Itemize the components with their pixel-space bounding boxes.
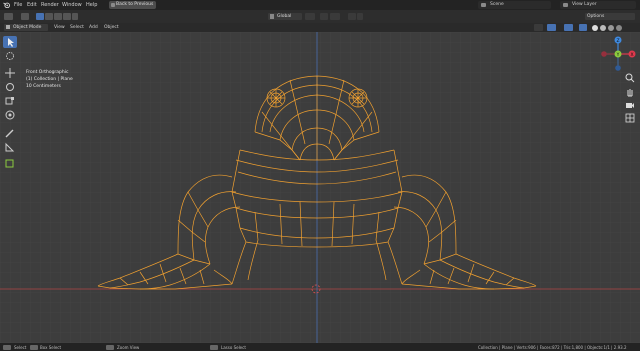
3d-viewport[interactable]: Front Orthographic (1) Collection | Plan… [0, 32, 640, 343]
menu-window[interactable]: Window [62, 2, 82, 8]
pivot-point-icon[interactable] [305, 13, 315, 20]
shading-solid-icon[interactable] [600, 24, 606, 31]
proportional-falloff-icon[interactable] [357, 13, 363, 20]
status-scene-stats: Collection | Plane | Verts:906 | Faces:8… [478, 344, 627, 350]
move-tool-icon[interactable] [3, 67, 17, 79]
snap-target-icon[interactable] [330, 13, 340, 20]
status-zoom-view: Zoom View [117, 344, 140, 350]
menu-edit[interactable]: Edit [27, 2, 37, 8]
view-layer-name: View Layer [572, 2, 597, 7]
gizmo-x-label: X [630, 52, 633, 58]
xray-toggle-icon[interactable] [579, 24, 587, 31]
rotate-tool-icon[interactable] [3, 81, 17, 93]
mouse-right-icon [210, 344, 218, 350]
status-box-select: Box Select [40, 344, 62, 350]
annotate-tool-icon[interactable] [3, 127, 17, 139]
camera-view-icon[interactable] [624, 99, 636, 111]
mode-dropdown[interactable]: Object Mode [4, 24, 48, 31]
menu-render[interactable]: Render [41, 2, 59, 8]
transform-tool-icon[interactable] [3, 109, 17, 121]
top-menu-bar: File Edit Render Window Help Back to Pre… [0, 0, 640, 10]
viewport-header: Object Mode View Select Add Object [0, 23, 640, 32]
screen-icon [111, 3, 115, 7]
zoom-icon[interactable] [624, 72, 636, 84]
mouse-middle-icon [106, 344, 114, 350]
status-select: Select [14, 344, 27, 350]
mode-intersect-icon[interactable] [72, 13, 78, 20]
view-name: Front Orthographic [26, 70, 69, 75]
shading-material-icon[interactable] [608, 24, 614, 31]
visibility-icon[interactable] [534, 24, 543, 31]
mouse-drag-icon [30, 344, 38, 350]
orientation-label: Global [277, 14, 292, 19]
object-mode-icon [6, 25, 10, 29]
select-box-tool-icon[interactable] [3, 36, 17, 48]
mode-extend-icon[interactable] [45, 13, 53, 20]
perspective-grid-icon[interactable] [624, 112, 636, 124]
options-dropdown[interactable]: Options [585, 13, 635, 20]
view-layer-icon [563, 3, 568, 7]
mode-invert-icon[interactable] [63, 13, 71, 20]
select-tool-icon[interactable] [21, 13, 29, 20]
back-to-previous-label: Back to Previous [116, 2, 154, 7]
menu-select[interactable]: Select [70, 25, 84, 30]
tool-header: Global Options [0, 10, 640, 23]
navigation-gizmo[interactable]: Z X Y [598, 34, 638, 74]
gizmo-z-label: Z [616, 38, 619, 44]
menu-file[interactable]: File [14, 2, 22, 8]
shading-rendered-icon[interactable] [616, 24, 622, 31]
gizmo-toggle-icon[interactable] [547, 24, 556, 31]
menu-help[interactable]: Help [86, 2, 97, 8]
options-label: Options [587, 14, 605, 19]
proportional-editing-icon[interactable] [348, 13, 356, 20]
blender-logo-icon[interactable] [3, 2, 10, 8]
mode-label: Object Mode [13, 24, 42, 30]
mode-subtract-icon[interactable] [54, 13, 62, 20]
active-collection: (1) Collection | Plane [26, 77, 73, 82]
cursor-tool-icon[interactable] [3, 50, 17, 62]
viewport-canvas[interactable] [0, 32, 640, 343]
viewport-info: Front Orthographic (1) Collection | Plan… [26, 69, 73, 90]
gizmo-y-label: Y [616, 52, 620, 58]
measure-tool-icon[interactable] [3, 141, 17, 153]
status-bar: Select Box Select Zoom View Lasso Select… [0, 343, 640, 351]
scale-tool-icon[interactable] [3, 95, 17, 107]
shading-wireframe-icon[interactable] [592, 24, 598, 31]
status-lasso-select: Lasso Select [221, 344, 246, 350]
view-layer-selector[interactable]: View Layer [560, 1, 636, 9]
grid-scale: 10 Centimeters [26, 84, 61, 89]
scene-selector[interactable]: Scene [478, 1, 551, 9]
back-to-previous-button[interactable]: Back to Previous [109, 1, 156, 9]
overlays-toggle-icon[interactable] [564, 24, 573, 31]
scene-name: Scene [490, 2, 504, 7]
scene-icon [481, 3, 486, 7]
mode-new-icon[interactable] [36, 13, 44, 20]
menu-view[interactable]: View [54, 25, 65, 30]
orientation-dropdown[interactable]: Global [268, 13, 302, 20]
pan-hand-icon[interactable] [624, 86, 636, 98]
orientation-icon [270, 14, 274, 19]
mouse-left-icon [3, 344, 11, 350]
add-cube-tool-icon[interactable] [3, 157, 17, 169]
menu-add[interactable]: Add [89, 25, 98, 30]
snap-icon[interactable] [320, 13, 328, 20]
menu-object[interactable]: Object [104, 25, 119, 30]
editor-type-icon[interactable] [4, 13, 13, 20]
